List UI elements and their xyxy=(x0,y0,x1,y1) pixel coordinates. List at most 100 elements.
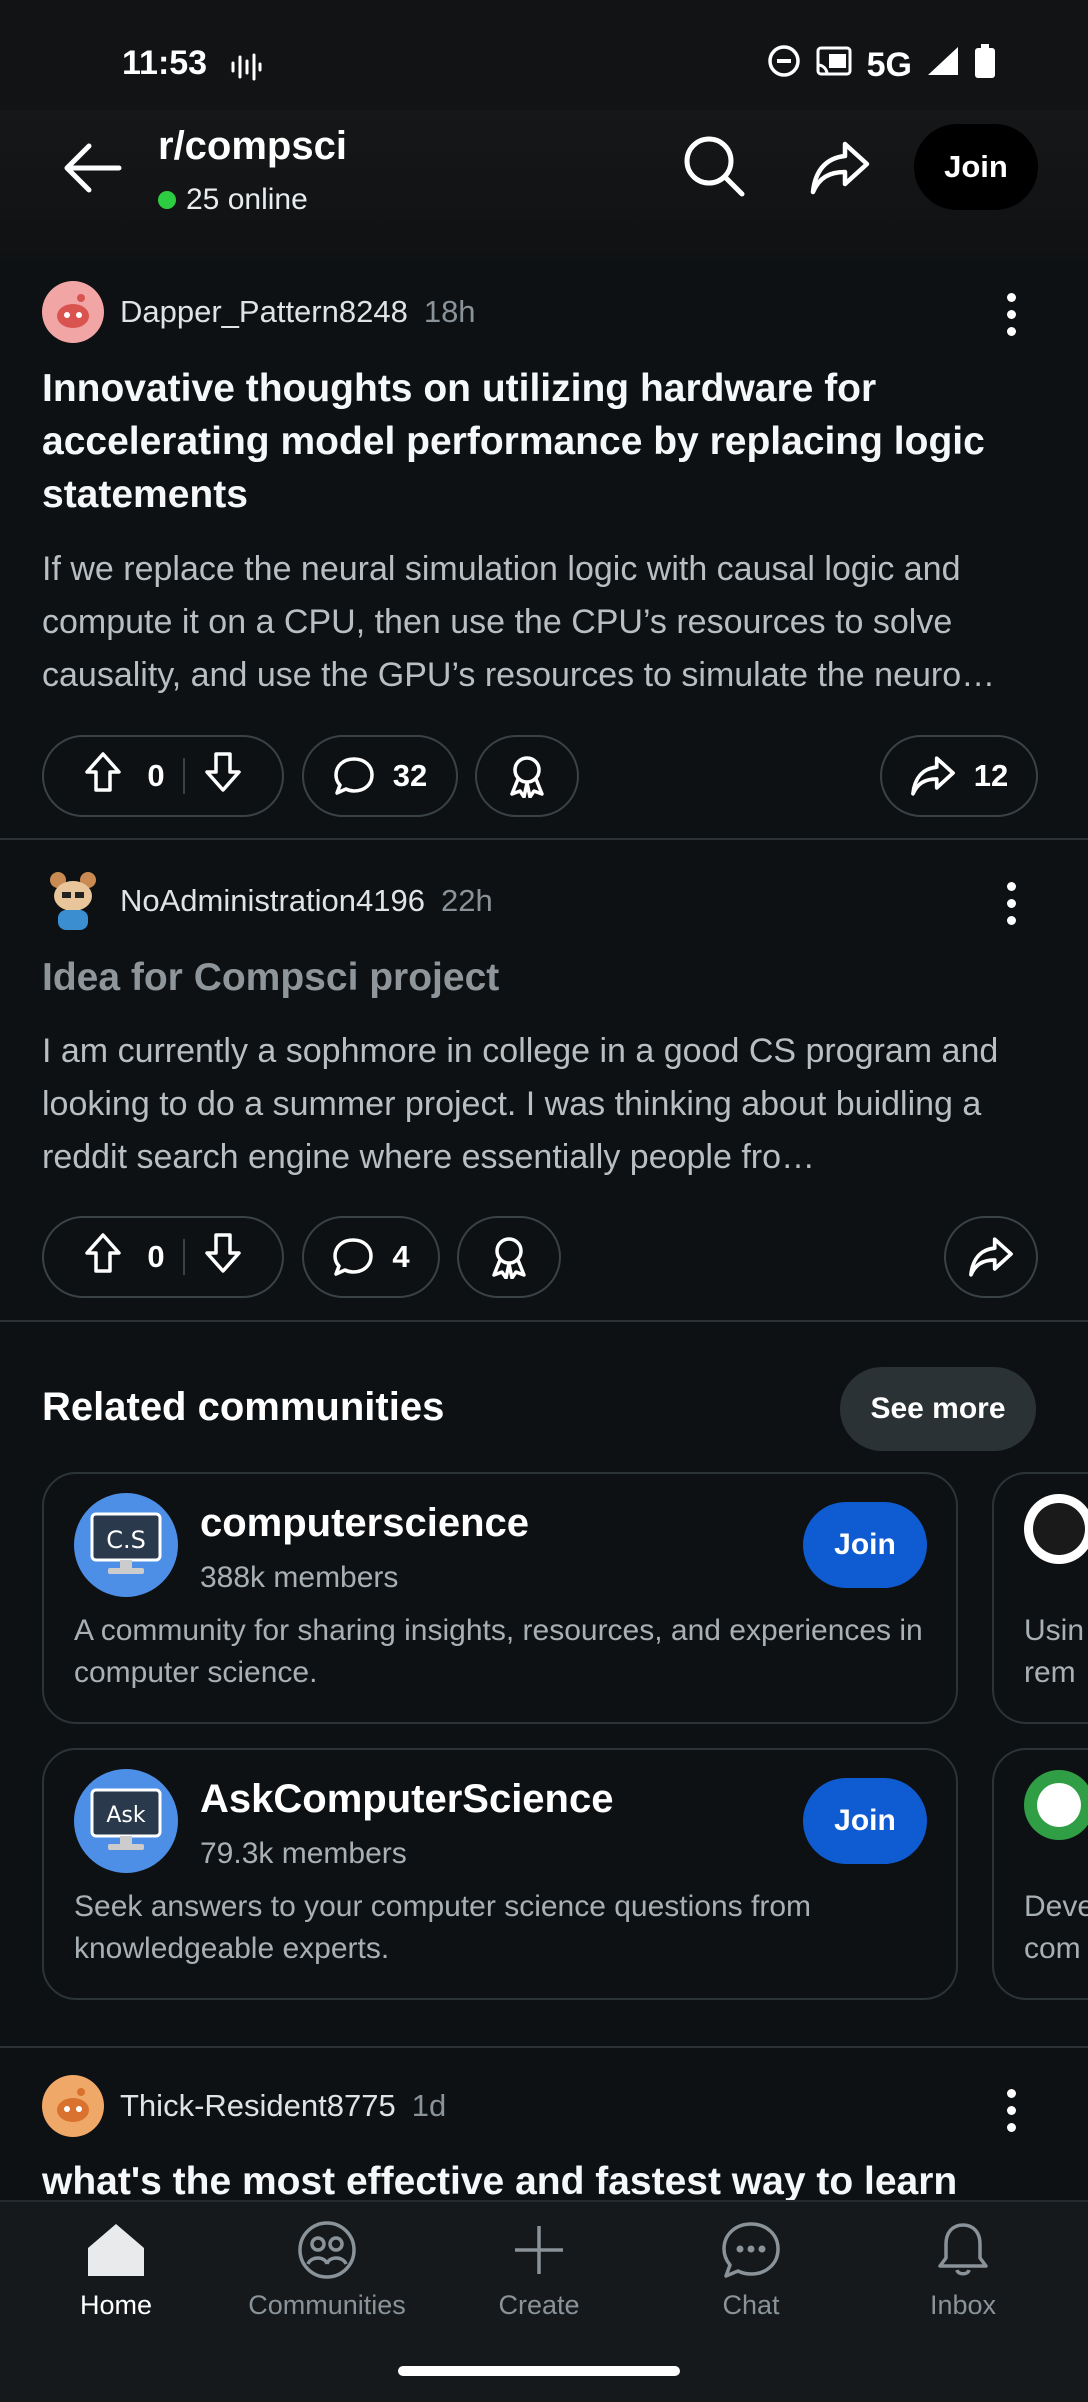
upvote-button[interactable] xyxy=(83,1232,123,1282)
post-meta: NoAdministration4196 22h xyxy=(42,870,493,932)
avatar[interactable] xyxy=(42,281,104,343)
post-author[interactable]: NoAdministration4196 xyxy=(120,883,425,919)
community-icon: Ask xyxy=(74,1769,178,1873)
upvote-button[interactable] xyxy=(83,751,123,801)
peek-text: Deve xyxy=(1024,1890,1088,1923)
downvote-button[interactable] xyxy=(203,1232,243,1282)
post-menu-button[interactable] xyxy=(1006,293,1016,336)
post-title[interactable]: Innovative thoughts on utilizing hardwar… xyxy=(42,362,1052,521)
vote-count: 0 xyxy=(147,1239,165,1274)
share-icon xyxy=(910,756,955,796)
peek-text: com xyxy=(1024,1932,1081,1965)
community-members: 79.3k members xyxy=(200,1837,407,1870)
computer-monitor-icon: C.S xyxy=(90,1512,162,1574)
share-icon xyxy=(810,141,870,195)
share-post-button[interactable]: 12 xyxy=(880,735,1038,817)
peek-text: Usin xyxy=(1024,1614,1085,1647)
gesture-home-bar[interactable] xyxy=(398,2366,680,2376)
cast-icon xyxy=(815,45,853,86)
voice-wave-icon xyxy=(230,52,262,87)
back-button[interactable] xyxy=(56,132,128,204)
nav-label: Communities xyxy=(248,2290,406,2320)
award-button[interactable] xyxy=(475,735,579,817)
award-button[interactable] xyxy=(457,1216,561,1298)
signal-icon xyxy=(926,45,960,86)
post-divider xyxy=(0,1320,1088,1322)
peek-text: rem xyxy=(1024,1656,1076,1689)
join-subreddit-button[interactable]: Join xyxy=(914,124,1038,210)
comments-button[interactable]: 32 xyxy=(302,735,458,817)
battery-icon xyxy=(974,44,996,87)
join-community-button[interactable]: Join xyxy=(803,1502,927,1588)
vote-separator xyxy=(182,1239,185,1275)
search-button[interactable] xyxy=(676,128,752,204)
post-author[interactable]: Dapper_Pattern8248 xyxy=(120,294,408,330)
post-author[interactable]: Thick-Resident8775 xyxy=(120,2088,396,2124)
subreddit-title[interactable]: r/compsci xyxy=(158,124,347,169)
comment-count: 4 xyxy=(392,1239,410,1274)
community-description: A community for sharing insights, resour… xyxy=(74,1614,923,1689)
award-icon xyxy=(510,756,544,798)
community-card-peek[interactable]: Usin rem xyxy=(992,1472,1088,1724)
vote-control: 0 xyxy=(42,735,284,817)
community-icon: C.S xyxy=(74,1493,178,1597)
bell-icon xyxy=(938,2223,988,2276)
share-icon xyxy=(969,1237,1013,1277)
nav-label: Inbox xyxy=(929,2290,997,2320)
downvote-icon xyxy=(204,752,241,792)
communities-icon xyxy=(298,2221,356,2279)
post-divider xyxy=(0,838,1088,840)
computer-monitor-icon: Ask xyxy=(90,1788,162,1850)
post-age: 22h xyxy=(441,883,493,918)
see-more-button[interactable]: See more xyxy=(840,1367,1036,1451)
back-arrow-icon xyxy=(64,143,122,193)
post-title[interactable]: what's the most effective and fastest wa… xyxy=(42,2155,1052,2200)
chat-icon xyxy=(722,2222,780,2278)
join-community-button[interactable]: Join xyxy=(803,1778,927,1864)
community-icon xyxy=(1024,1770,1088,1840)
online-label: 25 online xyxy=(186,183,308,216)
downvote-button[interactable] xyxy=(203,751,243,801)
home-icon xyxy=(88,2224,144,2276)
nav-label: Chat xyxy=(722,2290,780,2320)
post-body[interactable]: If we replace the neural simulation logi… xyxy=(42,543,1057,702)
comment-icon xyxy=(333,1238,374,1276)
nav-label: Create xyxy=(498,2290,580,2320)
community-icon xyxy=(1024,1494,1088,1564)
post-menu-button[interactable] xyxy=(1006,882,1016,925)
nav-communities[interactable]: Communities xyxy=(237,2220,417,2321)
nav-create[interactable]: Create xyxy=(449,2220,629,2321)
nav-home[interactable]: Home xyxy=(26,2220,206,2321)
community-description: Seek answers to your computer science qu… xyxy=(74,1890,812,1965)
related-communities-heading: Related communities xyxy=(42,1385,445,1429)
vote-separator xyxy=(182,758,185,794)
community-members: 388k members xyxy=(200,1561,399,1594)
snoo-avatar-icon xyxy=(57,2088,89,2122)
post-meta: Dapper_Pattern8248 18h xyxy=(42,281,476,343)
avatar[interactable] xyxy=(42,870,104,932)
downvote-icon xyxy=(204,1233,241,1273)
comments-button[interactable]: 4 xyxy=(302,1216,440,1298)
online-count: 25 online xyxy=(158,183,308,217)
community-name[interactable]: AskComputerScience xyxy=(200,1777,613,1822)
upvote-icon xyxy=(85,752,122,792)
post-meta: Thick-Resident8775 1d xyxy=(42,2075,446,2137)
snoo-avatar-icon xyxy=(50,872,96,930)
share-post-button[interactable] xyxy=(944,1216,1038,1298)
post-title[interactable]: Idea for Compsci project xyxy=(42,951,1052,1004)
avatar[interactable] xyxy=(42,2075,104,2137)
nav-chat[interactable]: Chat xyxy=(661,2220,841,2321)
community-icon-text: C.S xyxy=(106,1526,146,1554)
post-menu-button[interactable] xyxy=(1006,2089,1016,2132)
nav-label: Home xyxy=(79,2290,153,2320)
online-dot xyxy=(158,191,176,209)
community-name[interactable]: computerscience xyxy=(200,1501,529,1546)
share-subreddit-button[interactable] xyxy=(800,128,880,208)
post-body[interactable]: I am currently a sophmore in college in … xyxy=(42,1025,1057,1184)
community-card-peek[interactable]: Deve com xyxy=(992,1748,1088,2000)
network-label: 5G xyxy=(866,46,912,84)
comment-icon xyxy=(334,757,374,795)
award-icon xyxy=(492,1237,526,1279)
nav-inbox[interactable]: Inbox xyxy=(873,2220,1053,2321)
community-icon-text: Ask xyxy=(106,1803,146,1828)
